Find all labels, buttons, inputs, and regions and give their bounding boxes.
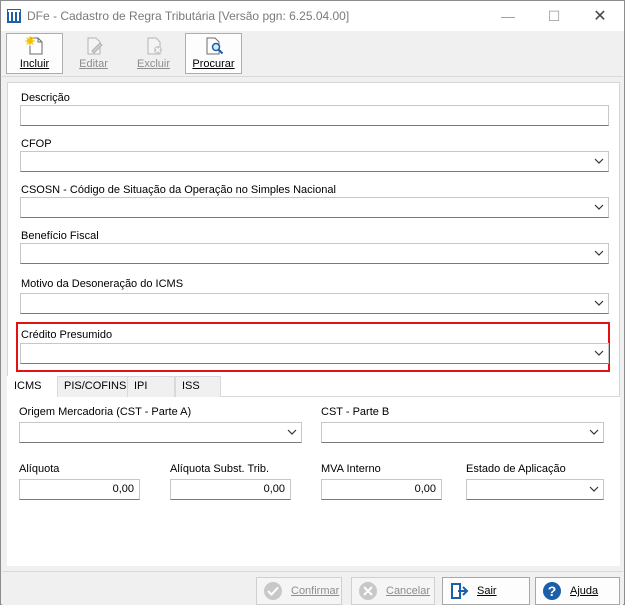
check-circle-icon — [264, 582, 282, 600]
confirmar-button[interactable]: Confirmar — [256, 577, 342, 605]
cfop-combo[interactable] — [20, 151, 609, 172]
confirmar-label: Confirmar — [291, 585, 340, 597]
credito-combo[interactable] — [20, 343, 609, 364]
minimize-button[interactable]: — — [485, 1, 531, 31]
incluir-label: Incluir — [19, 58, 50, 70]
incluir-button[interactable]: Incluir — [6, 33, 63, 74]
tab-ipi[interactable]: IPI — [127, 376, 175, 397]
chevron-down-icon — [287, 429, 297, 435]
aliquota-label: Alíquota — [19, 463, 60, 475]
tab-icms[interactable]: ICMS — [7, 376, 57, 397]
maximize-button[interactable]: ☐ — [531, 1, 577, 31]
toolbar: Incluir Editar Excluir Procurar — [2, 31, 623, 77]
app-logo-icon — [7, 9, 21, 23]
chevron-down-icon — [594, 350, 604, 356]
editar-label: Editar — [79, 58, 108, 70]
delete-document-icon — [147, 37, 162, 55]
excluir-label: Excluir — [136, 58, 170, 70]
beneficio-combo[interactable] — [20, 243, 609, 264]
origem-label: Origem Mercadoria (CST - Parte A) — [19, 406, 192, 418]
mva-input[interactable]: 0,00 — [321, 479, 442, 500]
mva-label: MVA Interno — [321, 463, 381, 475]
search-document-icon — [206, 37, 223, 55]
cancel-circle-icon — [359, 582, 377, 600]
sair-label: Sair — [477, 585, 497, 597]
estado-combo[interactable] — [466, 479, 604, 500]
ajuda-button[interactable]: ? Ajuda — [535, 577, 620, 605]
action-bar: Confirmar Cancelar Sair ? Ajuda — [2, 571, 623, 605]
aliquota-st-input[interactable]: 0,00 — [170, 479, 291, 500]
procurar-label: Procurar — [192, 58, 235, 70]
chevron-down-icon — [594, 204, 604, 210]
credito-label: Crédito Presumido — [21, 329, 113, 341]
close-button[interactable]: ✕ — [577, 1, 623, 31]
title-bar: DFe - Cadastro de Regra Tributária [Vers… — [1, 1, 624, 31]
chevron-down-icon — [594, 300, 604, 306]
cst-b-label: CST - Parte B — [321, 406, 390, 418]
tab-iss[interactable]: ISS — [175, 376, 221, 397]
cfop-label: CFOP — [21, 138, 52, 150]
tab-pis-cofins[interactable]: PIS/COFINS — [57, 376, 129, 397]
chevron-down-icon — [589, 429, 599, 435]
motivo-label: Motivo da Desoneração do ICMS — [21, 278, 184, 290]
ajuda-label: Ajuda — [570, 585, 599, 597]
excluir-button[interactable]: Excluir — [125, 33, 182, 74]
new-document-icon — [24, 36, 42, 55]
cancelar-label: Cancelar — [386, 585, 431, 597]
estado-label: Estado de Aplicação — [466, 463, 566, 475]
csosn-label: CSOSN - Código de Situação da Operação n… — [21, 184, 336, 196]
aliquota-st-label: Alíquota Subst. Trib. — [170, 463, 270, 475]
motivo-combo[interactable] — [20, 293, 609, 314]
svg-text:?: ? — [548, 583, 557, 599]
csosn-combo[interactable] — [20, 197, 609, 218]
origem-combo[interactable] — [19, 422, 302, 443]
exit-door-icon — [451, 583, 469, 599]
sair-button[interactable]: Sair — [442, 577, 530, 605]
beneficio-label: Benefício Fiscal — [21, 230, 99, 242]
editar-button[interactable]: Editar — [65, 33, 122, 74]
edit-document-icon — [87, 37, 103, 55]
descricao-input[interactable] — [20, 105, 609, 126]
chevron-down-icon — [594, 250, 604, 256]
cancelar-button[interactable]: Cancelar — [351, 577, 435, 605]
aliquota-input[interactable]: 0,00 — [19, 479, 140, 500]
help-icon: ? — [543, 582, 561, 600]
cst-b-combo[interactable] — [321, 422, 604, 443]
app-window: DFe - Cadastro de Regra Tributária [Vers… — [0, 0, 625, 605]
chevron-down-icon — [594, 158, 604, 164]
chevron-down-icon — [589, 486, 599, 492]
descricao-label: Descrição — [21, 92, 70, 104]
procurar-button[interactable]: Procurar — [185, 33, 242, 74]
window-title: DFe - Cadastro de Regra Tributária [Vers… — [27, 9, 350, 23]
